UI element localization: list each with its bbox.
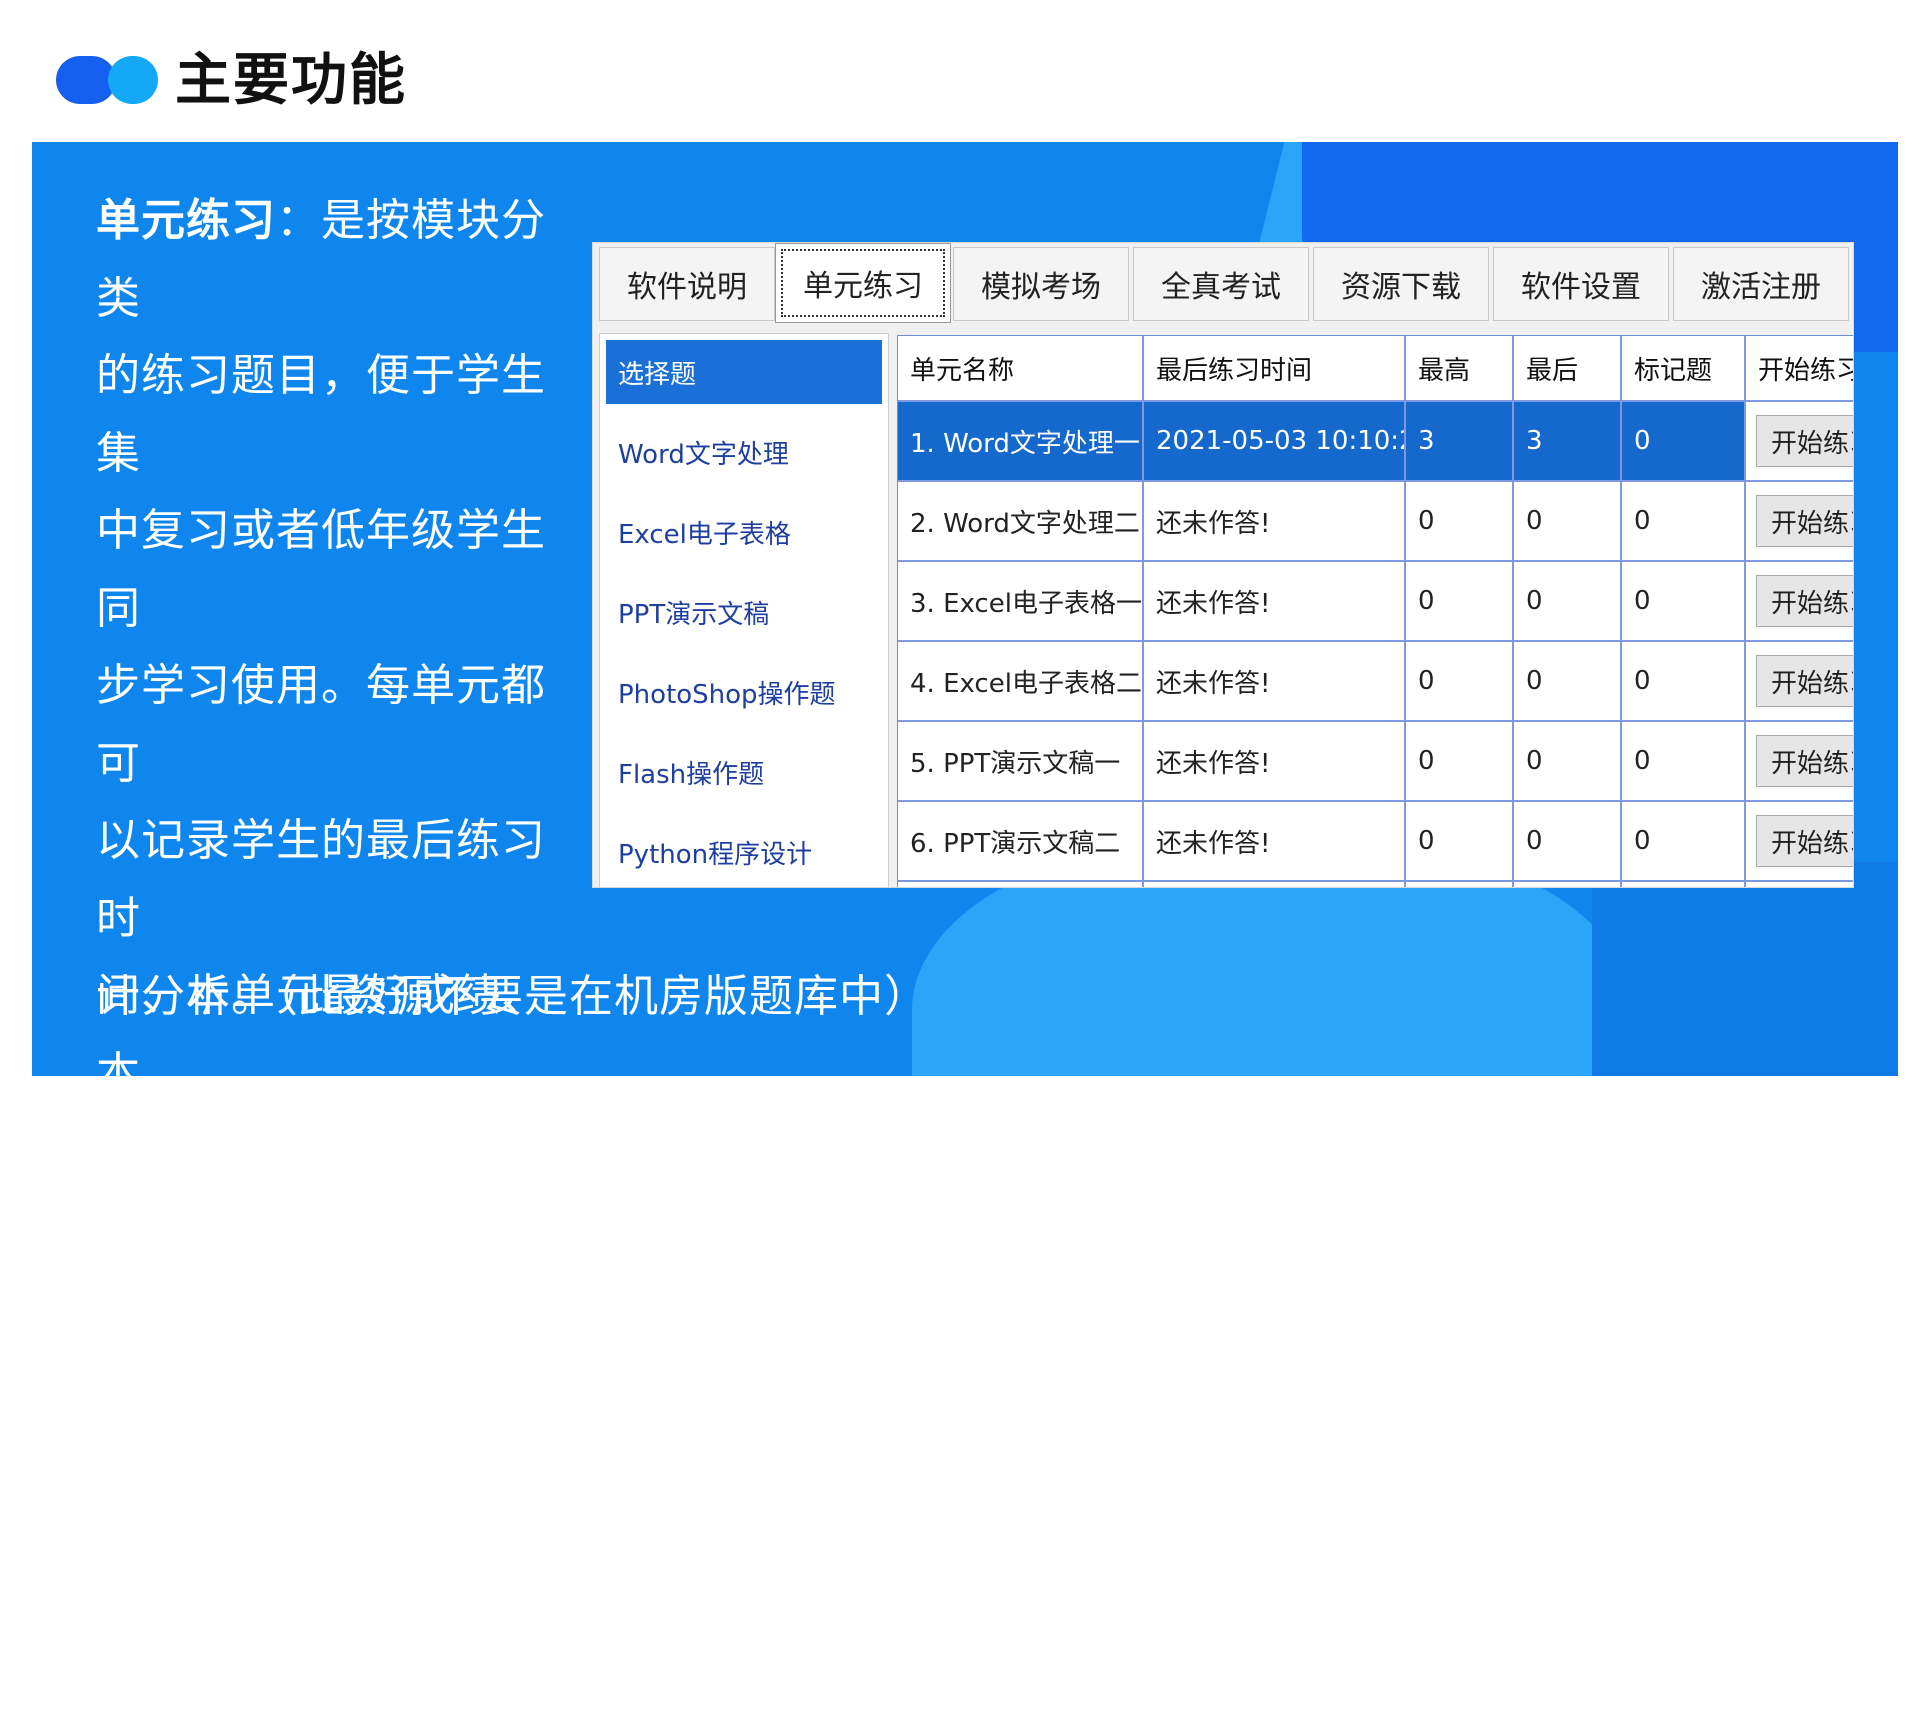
action-cell: 开始练习 — [1746, 642, 1853, 722]
decor-shape — [1592, 862, 1898, 1076]
logo-dot-light — [108, 56, 158, 104]
last-time-cell: 还未作答! — [1144, 562, 1406, 642]
last-time-cell: 2021-05-03 10:10:20 — [1144, 402, 1406, 482]
best-score-cell: 0 — [1406, 482, 1514, 562]
unit-name-cell: 4. Excel电子表格二 — [898, 642, 1144, 722]
tab-unit-practice[interactable]: 单元练习 — [775, 243, 951, 323]
empty-cell — [1514, 882, 1622, 887]
best-score-cell: 0 — [1406, 642, 1514, 722]
description-line: 理软件上。学生也可以设 — [96, 1435, 546, 1564]
table-row[interactable]: 4. Excel电子表格二 还未作答! 0 0 0 开始练习 — [898, 642, 1853, 722]
last-score-cell: 0 — [1514, 482, 1622, 562]
unit-name-cell: 5. PPT演示文稿一 — [898, 722, 1144, 802]
tab-real-exam[interactable]: 全真考试 — [1133, 247, 1309, 321]
last-score-cell: 0 — [1514, 802, 1622, 882]
best-score-cell: 0 — [1406, 722, 1514, 802]
empty-cell — [1746, 882, 1853, 887]
description-line: 的成绩会上传到教师端管 — [96, 1280, 546, 1409]
column-header[interactable]: 最后 — [1514, 336, 1622, 402]
table-row[interactable]: 3. Excel电子表格一 还未作答! 0 0 0 开始练习 — [898, 562, 1853, 642]
header-logo — [56, 56, 158, 104]
last-time-cell: 还未作答! — [1144, 722, 1406, 802]
best-score-cell: 3 — [1406, 402, 1514, 482]
category-item-choice[interactable]: 选择题 — [606, 340, 882, 404]
tab-activate-register[interactable]: 激活注册 — [1673, 247, 1849, 321]
page-title: 主要功能 — [175, 48, 407, 113]
action-cell: 开始练习 — [1746, 802, 1853, 882]
description-text: 单元练习：是按模块分类 的练习题目，便于学生集 中复习或者低年级学生同 步学习使… — [96, 182, 576, 1732]
column-header[interactable]: 最后练习时间 — [1144, 336, 1406, 402]
category-item-flash[interactable]: Flash操作题 — [606, 740, 882, 804]
description-line: 中复习或者低年级学生同 — [96, 505, 546, 634]
app-window: 软件说明 单元练习 模拟考场 全真考试 资源下载 软件设置 激活注册 选择题 W… — [592, 242, 1854, 888]
last-time-cell: 还未作答! — [1144, 802, 1406, 882]
unit-name-cell: 2. Word文字处理二 — [898, 482, 1144, 562]
last-score-cell: 0 — [1514, 562, 1622, 642]
marked-cell: 0 — [1622, 642, 1746, 722]
tab-mock-exam[interactable]: 模拟考场 — [953, 247, 1129, 321]
start-practice-button[interactable]: 开始练习 — [1756, 575, 1853, 627]
description-line: 置自己的姓名便于教师统 — [96, 1590, 546, 1719]
start-practice-button[interactable]: 开始练习 — [1756, 735, 1853, 787]
empty-cell — [898, 882, 1144, 887]
action-cell: 开始练习 — [1746, 722, 1853, 802]
table-header-row: 单元名称 最后练习时间 最高 最后 标记题 开始练习 — [898, 336, 1853, 402]
marked-cell: 0 — [1622, 722, 1746, 802]
marked-cell: 0 — [1622, 402, 1746, 482]
best-score-cell: 0 — [1406, 802, 1514, 882]
marked-cell: 0 — [1622, 562, 1746, 642]
category-item-word[interactable]: Word文字处理 — [606, 420, 882, 484]
unit-name-cell: 3. Excel电子表格一 — [898, 562, 1144, 642]
category-item-python[interactable]: Python程序设计 — [606, 820, 882, 884]
tab-software-info[interactable]: 软件说明 — [599, 247, 775, 321]
category-item-photoshop[interactable]: PhotoShop操作题 — [606, 660, 882, 724]
column-header[interactable]: 开始练习 — [1746, 336, 1853, 402]
last-score-cell: 3 — [1514, 402, 1622, 482]
description-line: 单元最后练习成绩。学生 — [96, 1125, 546, 1254]
marked-cell: 0 — [1622, 802, 1746, 882]
column-header[interactable]: 最高 — [1406, 336, 1514, 402]
table-row[interactable]: 6. PPT演示文稿二 还未作答! 0 0 0 开始练习 — [898, 802, 1853, 882]
unit-table: 单元名称 最后练习时间 最高 最后 标记题 开始练习 1. Word文字处理一 … — [897, 335, 1853, 887]
empty-cell — [1622, 882, 1746, 887]
tab-bar: 软件说明 单元练习 模拟考场 全真考试 资源下载 软件设置 激活注册 — [593, 243, 1853, 325]
category-item-ppt[interactable]: PPT演示文稿 — [606, 580, 882, 644]
last-score-cell: 0 — [1514, 722, 1622, 802]
table-row[interactable]: 1. Word文字处理一 2021-05-03 10:10:20 3 3 0 开… — [898, 402, 1853, 482]
description-line: 步学习使用。每单元都可 — [96, 660, 546, 789]
empty-cell — [1144, 882, 1406, 887]
action-cell: 开始练习 — [1746, 402, 1853, 482]
category-item-excel[interactable]: Excel电子表格 — [606, 500, 882, 564]
column-header[interactable]: 标记题 — [1622, 336, 1746, 402]
description-line: 的练习题目，便于学生集 — [96, 350, 546, 479]
last-time-cell: 还未作答! — [1144, 482, 1406, 562]
description-lead: 单元练习 — [96, 195, 276, 246]
best-score-cell: 0 — [1406, 562, 1514, 642]
unit-name-cell: 1. Word文字处理一 — [898, 402, 1144, 482]
start-practice-button[interactable]: 开始练习 — [1756, 815, 1853, 867]
column-header[interactable]: 单元名称 — [898, 336, 1144, 402]
action-cell: 开始练习 — [1746, 482, 1853, 562]
tab-resource-download[interactable]: 资源下载 — [1313, 247, 1489, 321]
category-list: 选择题 Word文字处理 Excel电子表格 PPT演示文稿 PhotoShop… — [599, 333, 889, 887]
start-practice-button[interactable]: 开始练习 — [1756, 655, 1853, 707]
logo-dot-dark — [56, 56, 116, 104]
start-practice-button[interactable]: 开始练习 — [1756, 495, 1853, 547]
tab-software-settings[interactable]: 软件设置 — [1493, 247, 1669, 321]
description-line: 以记录学生的最后练习时 — [96, 815, 546, 944]
table-row[interactable]: 2. Word文字处理二 还未作答! 0 0 0 开始练习 — [898, 482, 1853, 562]
unit-name-cell: 6. PPT演示文稿二 — [898, 802, 1144, 882]
marked-cell: 0 — [1622, 482, 1746, 562]
last-score-cell: 0 — [1514, 642, 1622, 722]
empty-cell — [1406, 882, 1514, 887]
start-practice-button[interactable]: 开始练习 — [1756, 415, 1853, 467]
last-time-cell: 还未作答! — [1144, 642, 1406, 722]
table-row — [898, 882, 1853, 887]
description-last-line: 计分析。（此资源不要是在机房版题库中） — [96, 971, 929, 1022]
table-row[interactable]: 5. PPT演示文稿一 还未作答! 0 0 0 开始练习 — [898, 722, 1853, 802]
action-cell: 开始练习 — [1746, 562, 1853, 642]
